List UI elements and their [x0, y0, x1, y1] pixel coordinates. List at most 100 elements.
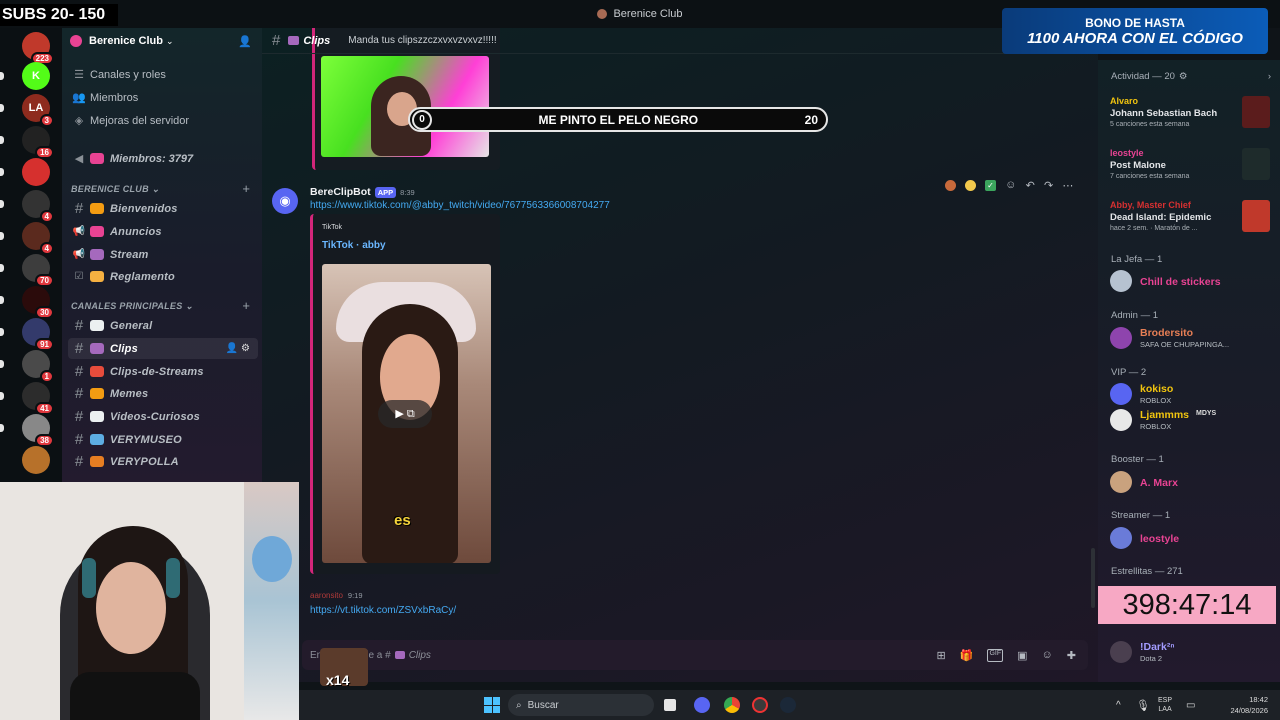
gift-icon[interactable]: 🎁	[960, 649, 974, 662]
message-composer[interactable]: En je a # Clips ⊞ 🎁 GIF ▣ ☺ ✚	[302, 640, 1088, 670]
server-icon-3[interactable]: 16	[22, 126, 54, 159]
unread-pip	[0, 360, 4, 368]
play-button-icon[interactable]: ▶ ⧉	[378, 400, 432, 428]
role-header: VIP — 2	[1111, 367, 1146, 378]
unread-pip	[0, 296, 4, 304]
message-link[interactable]: https://www.tiktok.com/@abby_twitch/vide…	[310, 200, 610, 211]
emoji-icon[interactable]: ☺	[1042, 649, 1053, 662]
embed-title[interactable]: TikTok · abby	[322, 240, 386, 251]
message-author[interactable]: BereClipBot	[310, 186, 371, 198]
app-launcher-icon[interactable]: ⊞	[937, 649, 946, 662]
server-icon-1[interactable]: K	[22, 62, 50, 90]
add-channel-icon[interactable]: +	[242, 298, 250, 313]
activity-card[interactable]: leostyle Post Malone 7 canciones esta sema…	[1110, 148, 1270, 190]
discord-taskbar-icon[interactable]	[694, 697, 710, 713]
role-name: Admin	[1111, 310, 1138, 321]
member-item[interactable]: !Dark²ⁿ Dota 2	[1110, 638, 1274, 668]
activity-card[interactable]: Alvaro Johann Sebastian Bach 5 canciones e…	[1110, 96, 1270, 138]
microphone-icon[interactable]: 🎙	[1136, 699, 1150, 712]
chat-scrollbar[interactable]	[1091, 548, 1095, 608]
clock[interactable]: 18:42 24/08/2026	[1200, 694, 1268, 716]
avatar	[1110, 327, 1132, 349]
sidebar-item-canales-y-roles[interactable]: ☰ Canales y roles	[68, 64, 258, 85]
promo-line-1: BONO DE HASTA	[1085, 15, 1185, 30]
server-badge-icon	[70, 35, 82, 47]
member-item[interactable]: leostyle	[1110, 524, 1274, 554]
channel-anuncios[interactable]: 📢 Anuncios	[68, 221, 258, 242]
channel-videos-curiosos[interactable]: # Videos-Curiosos	[68, 406, 258, 427]
video-thumbnail[interactable]: ▶ ⧉ es	[322, 264, 491, 563]
message-author-2[interactable]: aaronsito	[310, 591, 343, 600]
reply-icon[interactable]: ↶	[1026, 179, 1035, 192]
server-icon-0[interactable]: 223	[22, 32, 54, 65]
channel-bienvenidos[interactable]: # Bienvenidos	[68, 198, 258, 219]
network-icon[interactable]: ▭	[1186, 700, 1195, 711]
steam-taskbar-icon[interactable]	[780, 697, 796, 713]
server-header[interactable]: Berenice Club ⌄ 👤	[70, 32, 256, 50]
sidebar-item-mejoras-del-servidor[interactable]: ◈ Mejoras del servidor	[68, 110, 258, 131]
taskbar-search[interactable]: ⌕ Buscar	[508, 694, 654, 716]
server-icon-4[interactable]	[22, 158, 50, 186]
channel-general[interactable]: # General	[68, 315, 258, 336]
invite-icon[interactable]: 👤	[238, 35, 252, 48]
message-time-2: 9:19	[347, 591, 363, 600]
channel-clips-de-streams[interactable]: # Clips-de-Streams	[68, 361, 258, 382]
channel-clips[interactable]: # Clips 👤 ⚙	[68, 338, 258, 359]
channel-reglamento[interactable]: ☑ Reglamento	[68, 266, 258, 287]
message-time: 8:39	[400, 187, 415, 197]
sticker-icon[interactable]: ▣	[1017, 649, 1027, 662]
channel-stream[interactable]: 📢 Stream	[68, 244, 258, 265]
reaction-emoji-icon[interactable]	[944, 179, 956, 191]
member-item[interactable]: Chill de stickers	[1110, 267, 1274, 297]
server-icon-9[interactable]: 91	[22, 318, 54, 351]
more-options-icon[interactable]: ⋯	[1062, 179, 1073, 192]
add-reaction-icon[interactable]: ☺	[1005, 179, 1016, 191]
server-icon-11[interactable]: 41	[22, 382, 54, 415]
category-header[interactable]: CANALES PRINCIPALES ⌄	[71, 301, 193, 312]
role-separator: —	[1142, 254, 1157, 265]
channel-verypolla[interactable]: # VERYPOLLA	[68, 451, 258, 472]
chrome-taskbar-icon[interactable]	[724, 697, 740, 713]
activity-header[interactable]: Actividad — 20 ⚙ ›	[1111, 71, 1271, 82]
sidebar-item-miembros[interactable]: 👥 Miembros	[68, 87, 258, 108]
server-icon-8[interactable]: 30	[22, 286, 54, 319]
channel-verymuseo[interactable]: # VERYMUSEO	[68, 429, 258, 450]
server-icon-5[interactable]: 4	[22, 190, 54, 223]
language-indicator[interactable]: ESP LAA	[1158, 696, 1172, 714]
reaction-emoji-icon[interactable]	[964, 179, 976, 191]
member-item[interactable]: A. Marx	[1110, 468, 1274, 498]
members-count-channel[interactable]: ◀ Miembros: 3797	[68, 148, 258, 169]
member-item[interactable]: Brodersito SAFA OE CHUPAPINGA...	[1110, 324, 1274, 354]
server-icon-10[interactable]: 1	[22, 350, 54, 383]
server-icon-7[interactable]: 70	[22, 254, 54, 287]
category-header[interactable]: BERENICE CLUB ⌄	[71, 184, 160, 195]
channel-memes[interactable]: # Memes	[68, 383, 258, 404]
windows-start-icon[interactable]	[484, 697, 500, 713]
forward-icon[interactable]: ↷	[1044, 179, 1053, 192]
server-icon-12[interactable]: 38	[22, 414, 54, 447]
clock-date: 24/08/2026	[1230, 706, 1268, 715]
channel-topic[interactable]: Manda tus clipszzczxvxvzvxvz!!!!!	[348, 35, 496, 46]
member-name: Chill de stickers	[1140, 276, 1221, 288]
add-channel-icon[interactable]: +	[242, 181, 250, 196]
channel-settings-icon[interactable]: 👤 ⚙	[226, 343, 250, 354]
activity-card[interactable]: Abby, Master Chief Dead Island: Epidemic h…	[1110, 200, 1270, 242]
member-item[interactable]: Ljammms MDYS ROBLOX	[1110, 406, 1274, 436]
apps-icon[interactable]: ✚	[1067, 649, 1076, 662]
bot-avatar[interactable]: ◉	[272, 188, 298, 214]
app-taskbar-icon[interactable]	[752, 697, 768, 713]
unread-badge: 16	[35, 146, 54, 159]
role-name: VIP	[1111, 367, 1127, 378]
webcam-overlay	[0, 482, 299, 720]
chevron-up-icon[interactable]: ^	[1116, 700, 1121, 711]
server-icon-13[interactable]	[22, 446, 50, 474]
role-separator: —	[1143, 454, 1159, 465]
message-link-2[interactable]: https://vt.tiktok.com/ZSVxbRaCy/	[310, 605, 456, 616]
channel-emoji-icon	[90, 456, 104, 467]
gif-icon[interactable]: GIF	[987, 648, 1004, 662]
server-icon-2[interactable]: LA 3	[22, 94, 54, 127]
server-icon-6[interactable]: 4	[22, 222, 54, 255]
unread-badge: 91	[35, 338, 54, 351]
reaction-check-icon[interactable]: ✓	[984, 179, 996, 191]
task-view-icon[interactable]	[664, 699, 676, 711]
